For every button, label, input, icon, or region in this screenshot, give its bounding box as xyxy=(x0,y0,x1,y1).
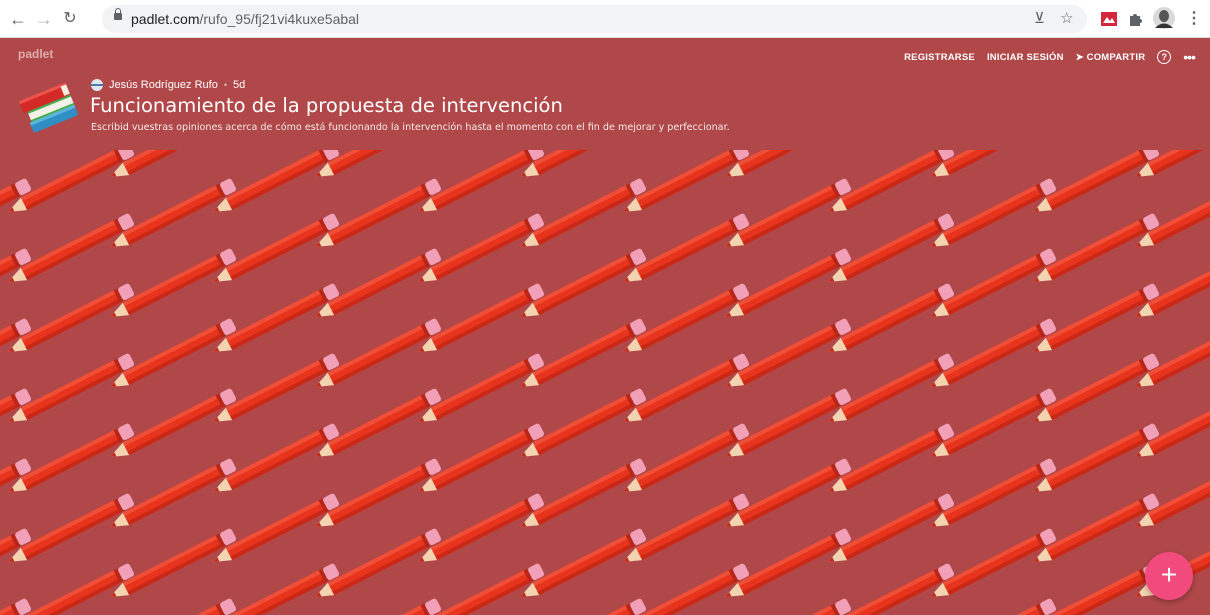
author-avatar[interactable] xyxy=(91,79,103,91)
page-description: Escribid vuestras opiniones acerca de có… xyxy=(91,122,730,133)
share-label: COMPARTIR xyxy=(1086,51,1146,63)
login-button[interactable]: INICIAR SESIÓN xyxy=(987,52,1064,63)
separator-dot: • xyxy=(223,80,227,90)
address-bar[interactable]: padlet.com/rufo_95/fj21vi4kuxe5abal ⊻ ☆ xyxy=(102,5,1087,33)
back-arrow-icon[interactable]: ← xyxy=(8,9,28,29)
help-icon[interactable]: ? xyxy=(1157,50,1172,64)
add-post-button[interactable]: + xyxy=(1145,552,1193,600)
reload-icon[interactable]: ↻ xyxy=(60,9,80,29)
more-options-icon[interactable]: ••• xyxy=(1183,50,1196,64)
bookmark-star-icon[interactable]: ☆ xyxy=(1060,11,1073,27)
browser-toolbar: ← → ↻ padlet.com/rufo_95/fj21vi4kuxe5aba… xyxy=(0,0,1210,38)
profile-avatar-icon[interactable] xyxy=(1152,6,1176,30)
padlet-logo[interactable]: padlet xyxy=(18,47,53,61)
forward-arrow-icon[interactable]: → xyxy=(34,9,54,29)
install-app-icon[interactable]: ⊻ xyxy=(1034,11,1045,27)
page-title: Funcionamiento de la propuesta de interv… xyxy=(90,94,563,117)
padlet-board: padlet REGISTRARSE INICIAR SESIÓN ➤ COMP… xyxy=(0,38,1210,615)
top-navigation: REGISTRARSE INICIAR SESIÓN ➤ COMPARTIR ?… xyxy=(904,48,1196,66)
post-age: 5d xyxy=(233,79,246,91)
extensions-puzzle-icon[interactable] xyxy=(1126,9,1146,29)
register-button[interactable]: REGISTRARSE xyxy=(904,52,975,63)
share-arrow-icon: ➤ xyxy=(1075,51,1087,63)
share-button[interactable]: ➤ COMPARTIR xyxy=(1076,52,1146,63)
extension-red-icon[interactable] xyxy=(1099,9,1119,29)
url-text[interactable]: padlet.com/rufo_95/fj21vi4kuxe5abal xyxy=(131,11,359,27)
pencil-wallpaper xyxy=(0,150,1210,615)
lock-icon[interactable] xyxy=(114,8,122,20)
author-row: Jesús Rodríguez Rufo • 5d xyxy=(91,77,245,93)
padlet-header: padlet REGISTRARSE INICIAR SESIÓN ➤ COMP… xyxy=(0,38,1210,150)
author-name[interactable]: Jesús Rodríguez Rufo xyxy=(109,79,218,91)
books-icon xyxy=(19,82,78,133)
kebab-menu-icon[interactable]: ⋮ xyxy=(1184,9,1204,29)
